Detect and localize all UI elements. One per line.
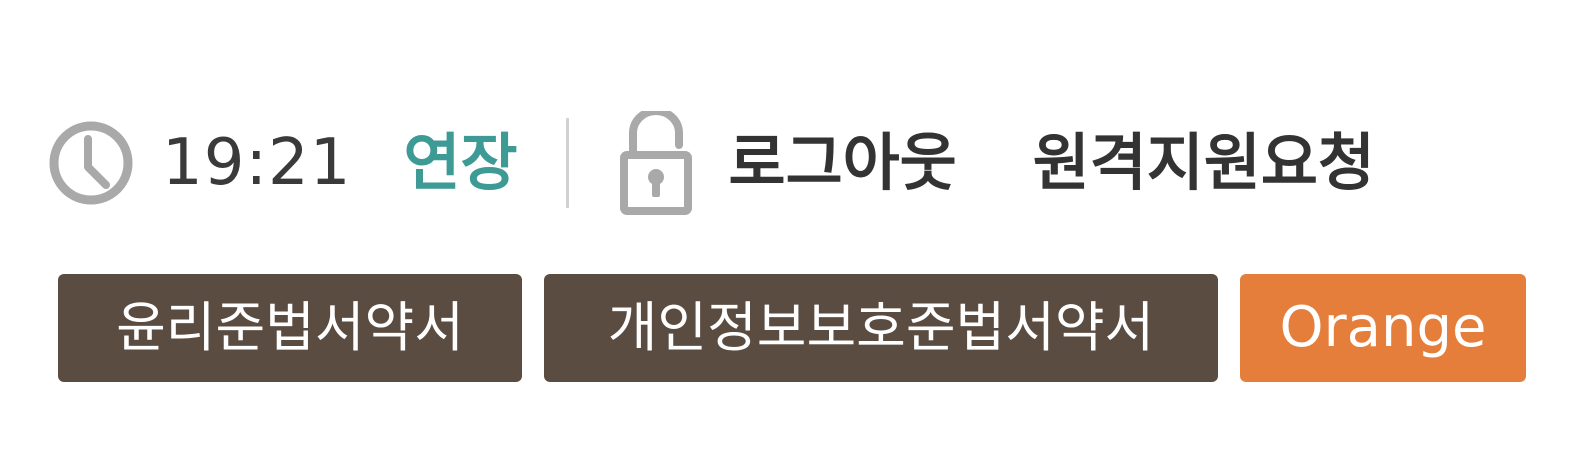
session-time: 19:21 (162, 126, 352, 200)
logout-link[interactable]: 로그아웃 (729, 132, 957, 194)
remote-support-request-link[interactable]: 원격지원요청 (1033, 132, 1375, 194)
privacy-pledge-button[interactable]: 개인정보보호준법서약서 (544, 274, 1218, 382)
orange-button[interactable]: Orange (1240, 274, 1526, 382)
extend-session-link[interactable]: 연장 (403, 132, 517, 194)
ethics-pledge-button[interactable]: 윤리준법서약서 (58, 274, 522, 382)
lock-icon (619, 111, 692, 215)
header-bar: 19:21 연장 로그아웃 원격지원요청 (48, 108, 1375, 218)
header-divider (565, 118, 569, 208)
clock-icon (49, 121, 133, 205)
